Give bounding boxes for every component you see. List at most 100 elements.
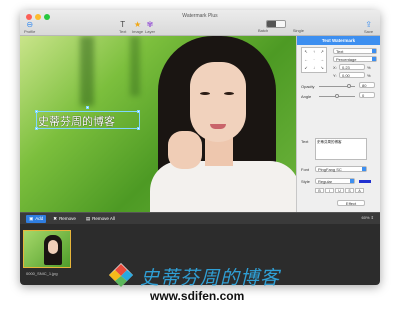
effect-button[interactable]: Effect [337, 200, 365, 206]
remove-label: Remove [59, 216, 76, 221]
italic-button[interactable]: I [325, 188, 334, 193]
y-label: Y: [333, 73, 337, 78]
layer-label: Layer [145, 29, 156, 34]
add-label: Add [35, 216, 44, 221]
text-color-swatch[interactable] [359, 180, 371, 183]
photo-subject-eye [200, 92, 210, 95]
arrow-up-icon[interactable]: ↑ [310, 48, 318, 56]
arrow-up-right-icon[interactable]: ↗ [318, 48, 326, 56]
bold-button[interactable]: B [315, 188, 324, 193]
zoom-value: 60% [361, 215, 370, 220]
font-label: Font [301, 167, 310, 172]
app-window: Watermark Plus ⊖ Profile T Text ★ Image … [20, 10, 380, 285]
x-label: X: [333, 65, 337, 70]
thumbnail-face [48, 240, 58, 254]
arrow-right-icon[interactable]: → [318, 56, 326, 64]
remove-button[interactable]: ✖ Remove [50, 215, 79, 223]
text-label: Text [301, 139, 309, 144]
resize-handle[interactable] [137, 110, 140, 113]
image-thumbnail[interactable] [23, 230, 71, 268]
batch-label: Batch [258, 28, 269, 33]
remove-all-button[interactable]: ▤ Remove All [83, 215, 118, 223]
site-name: 史蒂芬周的博客 [140, 267, 281, 289]
opacity-label: Opacity [301, 84, 315, 89]
y-unit: % [367, 73, 371, 78]
save-icon: ⇪ [365, 20, 372, 29]
background-tree [130, 36, 140, 96]
image-label: Image [132, 29, 144, 34]
angle-slider-knob[interactable] [335, 94, 339, 98]
style-select[interactable]: Regular [315, 178, 355, 184]
remove-all-label: Remove All [92, 216, 115, 221]
mode-segmented-control[interactable] [266, 20, 286, 28]
rotate-handle[interactable] [86, 106, 89, 109]
arrow-down-icon[interactable]: ↓ [310, 64, 318, 72]
x-unit: % [367, 65, 371, 70]
photo-subject-shirt [150, 161, 296, 212]
angle-label: Angle [301, 94, 312, 99]
y-value: 0.00 [342, 73, 350, 78]
single-segment[interactable] [276, 21, 285, 27]
site-url: www.sdifen.com [150, 289, 245, 303]
opacity-value: 80 [362, 83, 367, 88]
inspector-panel: Text Watermark ↖ ↑ ↗ ← · → ↙ ↓ ↘ Text Pe… [296, 36, 380, 212]
strikethrough-button[interactable]: S [345, 188, 354, 193]
style-label: Style [301, 179, 310, 184]
photo-subject-eye [224, 92, 234, 95]
mode-labels: Batch Single [258, 28, 304, 33]
angle-value: 0 [362, 93, 365, 98]
arrow-down-left-icon[interactable]: ↙ [302, 64, 310, 72]
font-select[interactable]: PingFang SC [315, 166, 367, 172]
center-icon[interactable]: · [310, 56, 318, 64]
star-icon: ★ [133, 20, 142, 29]
profile-icon: ⊖ [26, 20, 34, 29]
arrow-down-right-icon[interactable]: ↘ [318, 64, 326, 72]
opacity-slider-knob[interactable] [347, 84, 351, 88]
image-canvas[interactable]: 史蒂芬周的博客 [20, 36, 296, 212]
profile-button[interactable]: ⊖ Profile [24, 20, 35, 34]
layer-icon: ✾ [146, 20, 154, 29]
anchor-grid[interactable]: ↖ ↑ ↗ ← · → ↙ ↓ ↘ [301, 47, 327, 73]
profile-label: Profile [24, 29, 36, 34]
opacity-field[interactable]: 80 [359, 82, 375, 88]
add-button[interactable]: ▣ Add [26, 214, 47, 223]
photo-subject-hand [168, 131, 202, 169]
format-buttons: B I U S A [315, 188, 364, 193]
unit-select[interactable]: Percentage [333, 56, 377, 62]
arrow-up-left-icon[interactable]: ↖ [302, 48, 310, 56]
font-color-button[interactable]: A [355, 188, 364, 193]
x-field[interactable]: 0.23 [339, 64, 365, 70]
style-value: Regular [318, 179, 333, 184]
underline-button[interactable]: U [335, 188, 344, 193]
position-mode-value: Text [336, 49, 344, 54]
watermark-text[interactable]: 史蒂芬周的博客 [38, 113, 115, 129]
x-value: 0.23 [342, 65, 350, 70]
single-label: Single [292, 28, 304, 33]
arrow-left-icon[interactable]: ← [302, 56, 310, 64]
batch-segment[interactable] [267, 21, 276, 27]
unit-value: Percentage [336, 57, 357, 62]
photo-subject-face [190, 62, 246, 142]
font-value: PingFang SC [318, 167, 342, 172]
remove-icon: ✖ [53, 215, 58, 221]
text-icon: T [120, 20, 126, 29]
text-label: Text [119, 29, 127, 34]
save-button[interactable]: ⇪ Save [364, 20, 373, 34]
remove-all-icon: ▤ [85, 215, 91, 221]
resize-handle[interactable] [137, 127, 140, 130]
panel-header: Text Watermark [297, 36, 380, 45]
image-tool-button[interactable]: ★ Image [132, 20, 143, 34]
zoom-select[interactable]: 60% ⇕ [362, 215, 374, 220]
text-tool-button[interactable]: T Text [119, 20, 126, 34]
add-image-icon: ▣ [29, 215, 34, 221]
bottom-toolbar: ▣ Add ✖ Remove ▤ Remove All 60% ⇕ [20, 212, 380, 224]
position-mode-select[interactable]: Text [333, 48, 377, 54]
save-label: Save [364, 29, 374, 34]
window-title: Watermark Plus [182, 13, 218, 19]
layer-tool-button[interactable]: ✾ Layer [145, 20, 155, 34]
title-bar: Watermark Plus ⊖ Profile T Text ★ Image … [20, 10, 380, 36]
watermark-text-input[interactable]: 史蒂芬周的博客 [315, 138, 367, 160]
angle-field[interactable]: 0 [359, 92, 375, 98]
y-field[interactable]: 0.00 [339, 72, 365, 78]
photo-subject-mouth [210, 124, 226, 129]
